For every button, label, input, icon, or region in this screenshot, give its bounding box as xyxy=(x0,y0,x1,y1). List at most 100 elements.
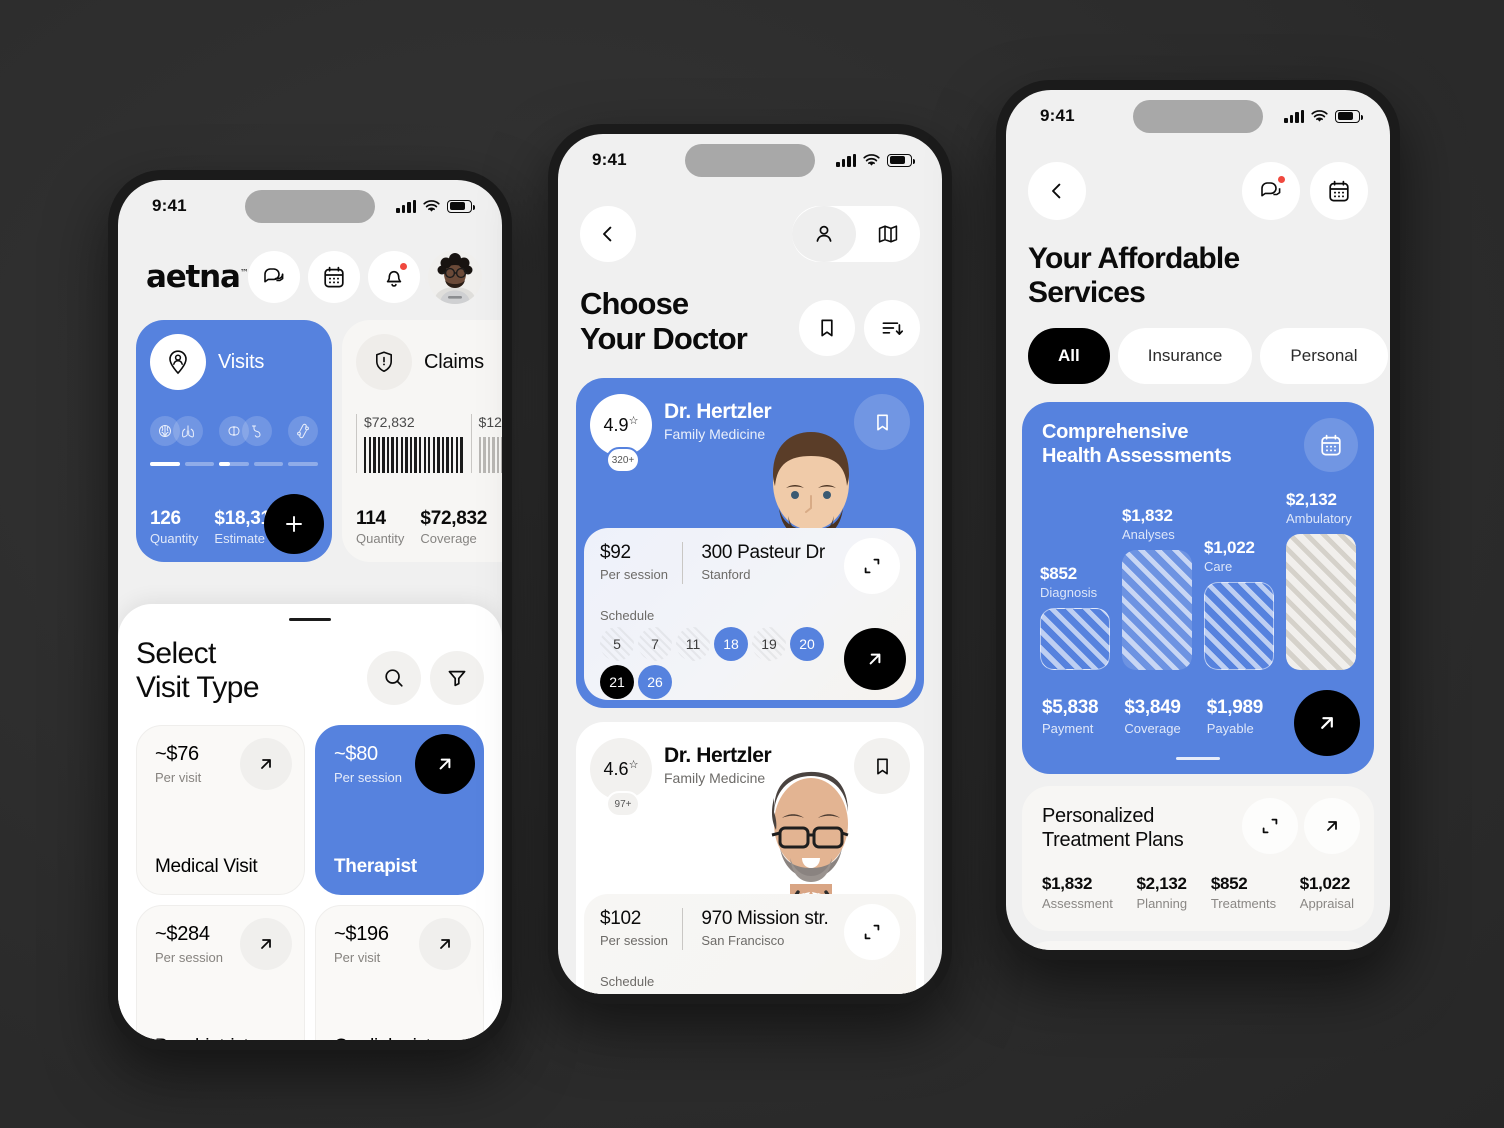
avatar[interactable] xyxy=(427,250,482,304)
address-line: 970 Mission str. xyxy=(701,908,829,930)
avatar-photo xyxy=(427,250,482,304)
sheet-title-line1: Select xyxy=(136,637,216,670)
progress-segment xyxy=(150,462,180,466)
progress-segment xyxy=(253,462,284,466)
visit-type-card-psychiatrist[interactable]: ~$284 Per session Psychiatrist xyxy=(136,905,305,1040)
service-card-treatment-plans[interactable]: Personalized Treatment Plans $1,832 Asse… xyxy=(1022,786,1374,932)
calendar-icon-button[interactable] xyxy=(1310,162,1368,220)
doctor-name: Dr. Hertzler xyxy=(664,744,772,768)
open-button[interactable] xyxy=(240,918,292,970)
address-block: 300 Pasteur Dr Stanford xyxy=(701,542,825,582)
expand-button[interactable] xyxy=(844,904,900,961)
bar xyxy=(1122,550,1192,671)
summary-cards: Visits 126 Quantity $18,311 Estimate Cla… xyxy=(118,304,502,562)
stat-appraisal: $1,022 Appraisal xyxy=(1300,874,1354,911)
open-button[interactable] xyxy=(419,918,471,970)
calendar-icon-button[interactable] xyxy=(307,251,360,303)
open-service-button[interactable] xyxy=(1294,690,1360,757)
visits-card-title: Visits xyxy=(218,350,265,373)
open-plan-button[interactable] xyxy=(1304,798,1360,855)
filter-icon xyxy=(448,670,466,687)
bar xyxy=(1286,534,1356,671)
schedule-label: Schedule xyxy=(600,608,655,624)
doctor-card-header: 4.6☆ 97+ Dr. Hertzler Family Medicine xyxy=(576,722,924,818)
schedule-chip[interactable]: 11 xyxy=(676,627,710,662)
stat-label: Treatments xyxy=(1210,896,1277,912)
back-button[interactable] xyxy=(1028,162,1086,220)
stat-assessment: $1,832 Assessment xyxy=(1042,874,1113,911)
bar-column-care: $1,022 Care xyxy=(1204,490,1274,671)
visits-card[interactable]: Visits 126 Quantity $18,311 Estimate xyxy=(136,320,332,562)
doctor-card-header: 4.9☆ 320+ Dr. Hertzler Family Medicine xyxy=(576,378,924,474)
stat-planning: $2,132 Planning xyxy=(1137,874,1188,911)
expand-button[interactable] xyxy=(844,538,900,595)
schedule-chip[interactable]: 18 xyxy=(714,627,748,662)
carousel-indicator[interactable] xyxy=(1176,757,1220,761)
bar-column-diagnosis: $852 Diagnosis xyxy=(1040,490,1110,671)
stat-value: $3,849 xyxy=(1124,697,1181,719)
schedule-chip[interactable]: 19 xyxy=(752,627,786,662)
sheet-title-line2: Visit Type xyxy=(136,670,260,704)
status-indicators xyxy=(396,199,475,213)
chat-icon-button[interactable] xyxy=(247,251,300,303)
bar xyxy=(1040,608,1110,671)
barcode-group-primary: $72,832 xyxy=(356,414,463,473)
schedule-chip[interactable]: 5 xyxy=(600,627,634,662)
tab-all[interactable]: All xyxy=(1028,328,1110,385)
open-button[interactable] xyxy=(415,734,475,794)
phone-2-toolbar xyxy=(558,186,942,262)
phone-3-services: 9:41 Your Affordable Services All Insura… xyxy=(996,80,1400,960)
schedule-chip[interactable]: 26 xyxy=(638,665,672,700)
stat-label: Payable xyxy=(1206,721,1254,737)
search-button[interactable] xyxy=(367,651,421,705)
stat-quantity: 114 Quantity xyxy=(356,508,404,546)
tab-insurance[interactable]: Insurance xyxy=(1117,328,1253,385)
back-button[interactable] xyxy=(580,206,636,262)
chat-icon-button[interactable] xyxy=(1242,162,1300,220)
bookmark-button[interactable] xyxy=(799,300,855,357)
location-person-icon-badge xyxy=(150,334,206,390)
shield-alert-icon-badge xyxy=(356,334,412,390)
segment-list-view[interactable] xyxy=(792,206,856,262)
stat-value: $852 xyxy=(1210,874,1248,894)
bookmark-doctor-button[interactable] xyxy=(854,394,910,451)
service-card-chronic[interactable]: Chronic Dis xyxy=(1022,941,1374,950)
bookmark-doctor-button[interactable] xyxy=(854,738,910,795)
doctor-card[interactable]: 4.6☆ 97+ Dr. Hertzler Family Medicine $1… xyxy=(576,722,924,994)
expand-button[interactable] xyxy=(1242,798,1298,855)
schedule-chip[interactable]: 21 xyxy=(600,665,634,700)
schedule-chip[interactable]: 20 xyxy=(790,627,824,662)
stat-label: Planning xyxy=(1136,896,1188,912)
price-unit: Per session xyxy=(600,933,668,949)
tab-personal[interactable]: Personal xyxy=(1260,328,1388,385)
add-visit-button[interactable] xyxy=(264,494,324,554)
bar-value: $1,022 xyxy=(1204,538,1255,558)
title-line2: Services xyxy=(1028,276,1146,310)
aetna-logo: aetna™ xyxy=(146,259,249,295)
status-bar: 9:41 xyxy=(558,134,942,186)
sort-button[interactable] xyxy=(864,300,920,357)
open-button[interactable] xyxy=(240,738,292,790)
chevron-left-icon xyxy=(1052,183,1061,199)
doctor-card[interactable]: 4.9☆ 320+ Dr. Hertzler Family Medicine $… xyxy=(576,378,924,709)
arrow-up-right-icon xyxy=(261,759,271,769)
claims-card[interactable]: Claims $72,832 $12,832 xyxy=(342,320,502,562)
service-card-health-assessments[interactable]: Comprehensive Health Assessments $852 Di… xyxy=(1022,402,1374,775)
barcode-label: $72,832 xyxy=(364,414,415,430)
barcode-bars-dark xyxy=(364,437,463,473)
visit-name: Therapist xyxy=(334,856,417,877)
visit-type-grid: ~$76 Per visit Medical Visit ~$80 Per se… xyxy=(136,725,484,1040)
visit-type-card-medical-visit[interactable]: ~$76 Per visit Medical Visit xyxy=(136,725,305,895)
stat-value: 114 xyxy=(356,508,386,529)
schedule-chip[interactable]: 7 xyxy=(638,627,672,662)
visit-type-card-cardiologist[interactable]: ~$196 Per visit Cardiologist xyxy=(315,905,484,1040)
price-address-row: $102 Per session 970 Mission str. San Fr… xyxy=(600,904,900,961)
segment-map-view[interactable] xyxy=(856,206,920,262)
calendar-icon xyxy=(1321,434,1341,456)
filter-button[interactable] xyxy=(430,651,484,705)
schedule-button[interactable] xyxy=(1304,418,1358,473)
book-appointment-button[interactable] xyxy=(844,628,906,691)
visit-type-card-therapist[interactable]: ~$80 Per session Therapist xyxy=(315,725,484,895)
bell-icon-button[interactable] xyxy=(367,251,420,303)
bar-label: Ambulatory xyxy=(1286,511,1352,527)
